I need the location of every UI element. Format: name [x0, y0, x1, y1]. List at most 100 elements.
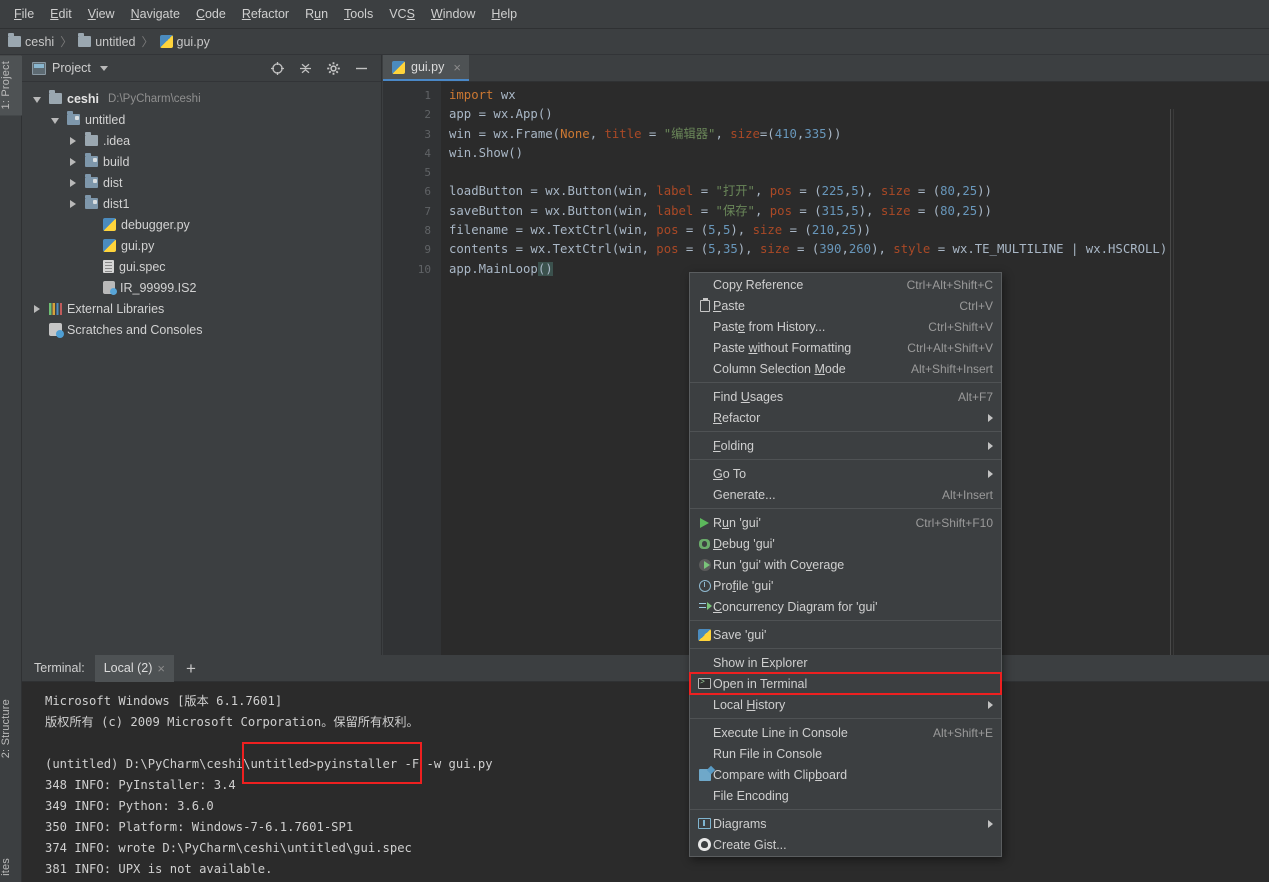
context-menu-item-profile-gui[interactable]: Profile 'gui'	[690, 575, 1001, 596]
menu-code[interactable]: Code	[188, 4, 234, 24]
sidebar-item-project[interactable]: 1: Project	[0, 55, 22, 116]
line-number-gutter: 1 2 3 4 5 6 7 8 9 10	[383, 82, 441, 655]
context-menu-item-copy-reference[interactable]: Copy Reference Ctrl+Alt+Shift+C	[690, 274, 1001, 295]
menu-separator	[690, 809, 1001, 810]
context-menu-item-execute-line-in-console[interactable]: Execute Line in Console Alt+Shift+E	[690, 722, 1001, 743]
tree-node-dist1[interactable]: dist1	[22, 193, 381, 214]
expand-arrow-right-icon[interactable]	[30, 302, 44, 316]
context-menu-item-save-gui[interactable]: Save 'gui'	[690, 624, 1001, 645]
context-menu-item-debug-gui[interactable]: Debug 'gui'	[690, 533, 1001, 554]
code-line: win = wx.Frame(None, title = "编辑器", size…	[449, 126, 842, 141]
tree-node-label: .idea	[103, 133, 131, 148]
tree-node-External-Libraries[interactable]: External Libraries	[22, 298, 381, 319]
libraries-icon	[49, 302, 62, 315]
menu-navigate[interactable]: Navigate	[123, 4, 188, 24]
line-number: 2	[424, 108, 431, 122]
expand-arrow-right-icon[interactable]	[66, 134, 80, 148]
gist-icon	[698, 838, 711, 851]
context-menu-item-run-file-in-console[interactable]: Run File in Console	[690, 743, 1001, 764]
gear-icon[interactable]	[326, 61, 341, 76]
context-menu-item-file-encoding[interactable]: File Encoding	[690, 785, 1001, 806]
menu-refactor[interactable]: Refactor	[234, 4, 297, 24]
tab-gui-py[interactable]: gui.py ×	[383, 55, 469, 81]
context-menu-item-paste-without-formatting[interactable]: Paste without Formatting Ctrl+Alt+Shift+V	[690, 337, 1001, 358]
breadcrumb-item-gui-py[interactable]: gui.py	[159, 35, 210, 49]
tree-node-gui-py[interactable]: gui.py	[22, 235, 381, 256]
chevron-down-icon[interactable]	[99, 65, 108, 71]
close-icon[interactable]: ×	[157, 661, 165, 676]
expand-arrow-right-icon[interactable]	[66, 176, 80, 190]
expand-arrow-down-icon[interactable]	[30, 92, 44, 106]
code-line: import wx	[449, 88, 516, 102]
context-menu-item-show-in-explorer[interactable]: Show in Explorer	[690, 652, 1001, 673]
breadcrumb-item-ceshi[interactable]: ceshi	[8, 33, 54, 49]
menu-edit[interactable]: Edit	[42, 4, 80, 24]
terminal-icon	[698, 677, 711, 689]
folder-mod-icon	[85, 174, 98, 188]
context-menu-item-run-gui-with-coverage[interactable]: Run 'gui' with Coverage	[690, 554, 1001, 575]
breadcrumb-item-untitled[interactable]: untitled	[78, 33, 136, 49]
context-menu-item-go-to[interactable]: Go To	[690, 463, 1001, 484]
context-menu-item-label: Run 'gui' with Coverage	[713, 557, 845, 572]
context-menu-item-find-usages[interactable]: Find Usages Alt+F7	[690, 386, 1001, 407]
context-menu-item-paste-from-history[interactable]: Paste from History... Ctrl+Shift+V	[690, 316, 1001, 337]
menu-vcs[interactable]: VCS	[381, 4, 423, 24]
tree-node-debugger-py[interactable]: debugger.py	[22, 214, 381, 235]
context-menu-item-local-history[interactable]: Local History	[690, 694, 1001, 715]
menu-tools[interactable]: Tools	[336, 4, 381, 24]
tree-node-label: gui.py	[121, 238, 155, 253]
close-icon[interactable]: ×	[453, 60, 461, 75]
diagrams-icon	[696, 818, 713, 829]
menu-view[interactable]: View	[80, 4, 123, 24]
expand-arrow-down-icon[interactable]	[48, 113, 62, 127]
context-menu-item-folding[interactable]: Folding	[690, 435, 1001, 456]
tree-node-label: build	[103, 154, 130, 169]
tree-node-gui-spec[interactable]: gui.spec	[22, 256, 381, 277]
context-menu-item-create-gist[interactable]: Create Gist...	[690, 834, 1001, 855]
menu-window[interactable]: Window	[423, 4, 483, 24]
menu-file[interactable]: File	[6, 4, 42, 24]
context-menu-item-open-in-terminal[interactable]: Open in Terminal	[689, 672, 1002, 695]
terminal-output[interactable]: Microsoft Windows [版本 6.1.7601] 版权所有 (c) …	[22, 682, 1269, 882]
python-file-icon	[392, 60, 405, 74]
tree-node-build[interactable]: build	[22, 151, 381, 172]
terminal-tabbar: Terminal: Local (2) × +	[22, 654, 1269, 682]
submenu-arrow-icon	[988, 413, 993, 422]
editor-context-menu[interactable]: Copy Reference Ctrl+Alt+Shift+C Paste Ctrl+…	[689, 272, 1002, 857]
context-menu-item-concurrency-diagram-for-gui[interactable]: Concurrency Diagram for 'gui'	[690, 596, 1001, 617]
expand-arrow-right-icon[interactable]	[66, 155, 80, 169]
context-menu-item-label: Show in Explorer	[713, 655, 808, 670]
context-menu-item-generate[interactable]: Generate... Alt+Insert	[690, 484, 1001, 505]
collapse-all-icon[interactable]	[298, 61, 313, 76]
locate-icon[interactable]	[270, 61, 285, 76]
tree-node-ceshi[interactable]: ceshi D:\PyCharm\ceshi	[22, 88, 381, 109]
expand-arrow-right-icon[interactable]	[66, 197, 80, 211]
sidebar-item-structure[interactable]: 2: Structure	[0, 693, 22, 764]
is2-file-icon	[103, 281, 117, 295]
menu-separator	[690, 382, 1001, 383]
tree-node-label: External Libraries	[67, 301, 165, 316]
menu-help[interactable]: Help	[483, 4, 525, 24]
context-menu-item-refactor[interactable]: Refactor	[690, 407, 1001, 428]
context-menu-item-label: Paste without Formatting	[713, 340, 852, 355]
add-terminal-button[interactable]: +	[174, 660, 208, 677]
context-menu-item-diagrams[interactable]: Diagrams	[690, 813, 1001, 834]
tree-node-dist[interactable]: dist	[22, 172, 381, 193]
tree-node-Scratches-and-Consoles[interactable]: Scratches and Consoles	[22, 319, 381, 340]
context-menu-item-run-gui[interactable]: Run 'gui' Ctrl+Shift+F10	[690, 512, 1001, 533]
project-panel-header: Project	[22, 55, 381, 82]
sidebar-item-structure-label: 2: Structure	[0, 698, 12, 758]
menu-run[interactable]: Run	[297, 4, 336, 24]
context-menu-item-compare-with-clipboard[interactable]: Compare with Clipboard	[690, 764, 1001, 785]
context-menu-item-label: Paste from History...	[713, 319, 826, 334]
sidebar-item-favorites[interactable]: ites	[0, 852, 22, 882]
tree-node-IR_99999-IS2[interactable]: IR_99999.IS2	[22, 277, 381, 298]
context-menu-item-paste[interactable]: Paste Ctrl+V	[690, 295, 1001, 316]
tree-node--idea[interactable]: .idea	[22, 130, 381, 151]
context-menu-item-shortcut: Ctrl+V	[959, 298, 993, 313]
terminal-tab-local[interactable]: Local (2) ×	[94, 654, 174, 682]
tree-node-untitled[interactable]: untitled	[22, 109, 381, 130]
minimize-icon[interactable]	[354, 61, 369, 76]
context-menu-item-column-selection-mode[interactable]: Column Selection Mode Alt+Shift+Insert	[690, 358, 1001, 379]
